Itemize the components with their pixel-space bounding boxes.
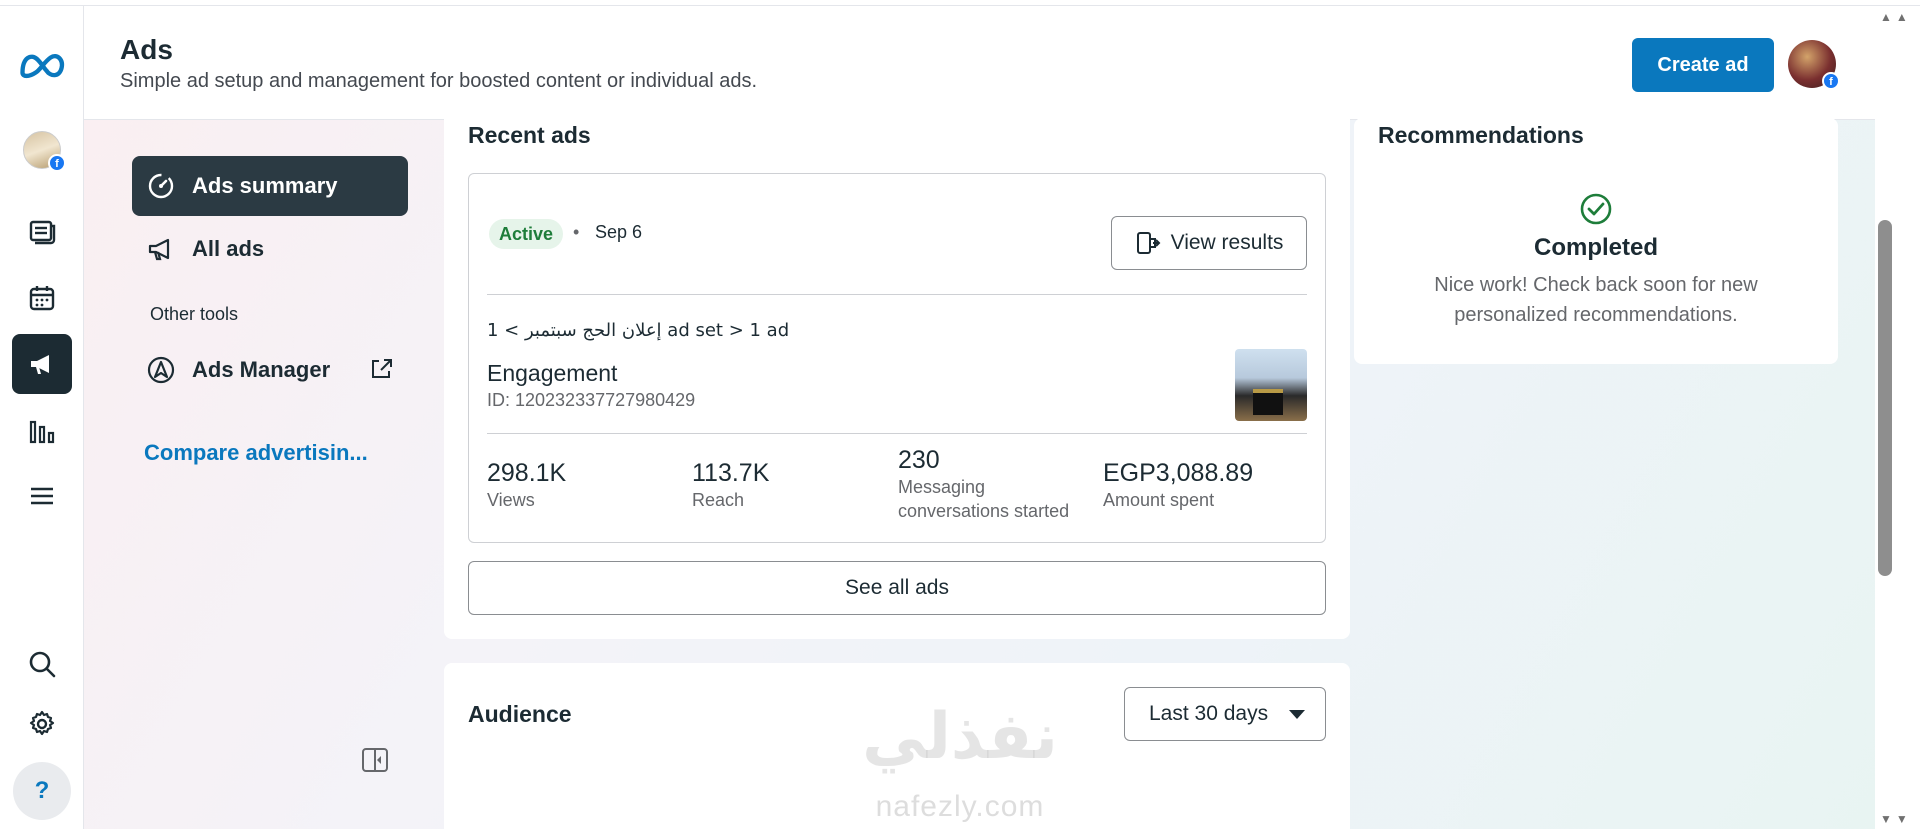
ad-breadcrumb[interactable]: إعلان الحج سبتمبر > 1 ad set > 1 ad bbox=[487, 320, 789, 341]
other-tools-label: Other tools bbox=[150, 304, 239, 324]
metric-messaging: 230 Messaging conversations started bbox=[898, 446, 1088, 523]
view-results-icon bbox=[1136, 232, 1160, 254]
nav-ads-manager[interactable]: Ads Manager bbox=[132, 340, 408, 400]
insights-icon[interactable] bbox=[12, 402, 72, 462]
metric-views: 298.1K Views bbox=[487, 459, 566, 512]
user-avatar[interactable]: f bbox=[1788, 40, 1840, 90]
audience-title: Audience bbox=[468, 701, 572, 727]
status-badge: Active bbox=[489, 219, 564, 249]
external-link-icon[interactable] bbox=[370, 357, 394, 381]
scroll-up-arrow-icon[interactable]: ▲▲ bbox=[1880, 10, 1912, 24]
calendar-icon[interactable] bbox=[12, 268, 72, 328]
metric-value: 113.7K bbox=[692, 459, 770, 487]
watermark-arabic: نفذلي bbox=[862, 700, 1058, 774]
nav-label: Ads Manager bbox=[192, 357, 331, 382]
megaphone-icon[interactable] bbox=[12, 334, 72, 394]
gear-icon[interactable] bbox=[12, 694, 72, 754]
facebook-icon: f bbox=[1822, 72, 1840, 90]
page-header: Ads Simple ad setup and management for b… bbox=[84, 6, 1875, 120]
facebook-icon: f bbox=[48, 154, 66, 172]
kaaba-image bbox=[1253, 389, 1283, 415]
page-title: Ads bbox=[120, 34, 173, 65]
help-button[interactable]: ? bbox=[12, 761, 72, 821]
ads-summary-icon bbox=[148, 173, 174, 199]
date-range-dropdown[interactable]: Last 30 days bbox=[1124, 687, 1326, 741]
meta-logo-icon[interactable] bbox=[12, 34, 72, 94]
page-avatar[interactable]: f bbox=[12, 120, 72, 180]
recent-ads-title: Recent ads bbox=[468, 122, 591, 148]
view-results-button[interactable]: View results bbox=[1111, 216, 1307, 270]
divider bbox=[487, 294, 1307, 295]
see-all-ads-button[interactable]: See all ads bbox=[468, 561, 1326, 615]
caret-down-icon bbox=[1289, 710, 1305, 719]
collapse-sidebar-icon[interactable] bbox=[360, 745, 390, 775]
ad-date: Sep 6 bbox=[595, 222, 643, 242]
scrollbar-thumb[interactable] bbox=[1878, 220, 1892, 576]
ad-id: ID: 120232337727980429 bbox=[487, 390, 696, 410]
news-feed-icon[interactable] bbox=[12, 202, 72, 262]
check-circle-icon bbox=[1580, 193, 1612, 225]
menu-icon[interactable] bbox=[12, 466, 72, 526]
view-results-label: View results bbox=[1170, 231, 1284, 254]
nav-ads-summary[interactable]: Ads summary bbox=[132, 156, 408, 216]
metric-value: EGP3,088.89 bbox=[1103, 459, 1254, 487]
date-range-label: Last 30 days bbox=[1149, 702, 1269, 725]
metric-label: Views bbox=[487, 490, 535, 510]
ads-manager-icon bbox=[147, 356, 175, 384]
ad-thumbnail[interactable] bbox=[1235, 349, 1307, 421]
scroll-down-arrow-icon[interactable]: ▼▼ bbox=[1880, 812, 1912, 826]
metric-label: Reach bbox=[692, 490, 745, 510]
recommendations-message: Nice work! Check back soon for new perso… bbox=[1434, 274, 1758, 326]
nav-all-ads[interactable]: All ads bbox=[132, 219, 408, 279]
compare-advertising-link[interactable]: Compare advertisin... bbox=[144, 440, 368, 466]
help-icon: ? bbox=[13, 762, 71, 820]
separator: • bbox=[573, 222, 580, 242]
recommendations-title: Recommendations bbox=[1378, 122, 1584, 148]
left-rail: f ? bbox=[0, 6, 84, 829]
megaphone-icon bbox=[148, 238, 170, 261]
nav-label: Ads summary bbox=[192, 173, 338, 198]
metric-label: Messaging conversations started bbox=[898, 477, 1070, 521]
search-icon[interactable] bbox=[12, 634, 72, 694]
metric-label: Amount spent bbox=[1103, 490, 1215, 510]
ad-item: Active • Sep 6 View results إعلان الحج س… bbox=[468, 173, 1326, 543]
metric-reach: 113.7K Reach bbox=[692, 459, 769, 512]
metric-amount-spent: EGP3,088.89 Amount spent bbox=[1103, 459, 1253, 512]
nav-label: All ads bbox=[192, 236, 265, 261]
recommendations-card: Recommendations Completed Nice work! Che… bbox=[1354, 118, 1838, 364]
metric-value: 298.1K bbox=[487, 459, 567, 487]
divider bbox=[487, 433, 1307, 434]
metric-value: 230 bbox=[898, 446, 940, 474]
ad-objective: Engagement bbox=[487, 360, 618, 386]
page-subtitle: Simple ad setup and management for boost… bbox=[120, 70, 758, 92]
watermark-latin: nafezly.com bbox=[875, 790, 1045, 823]
create-ad-button[interactable]: Create ad bbox=[1632, 38, 1774, 92]
recommendations-status: Completed bbox=[1533, 234, 1658, 261]
